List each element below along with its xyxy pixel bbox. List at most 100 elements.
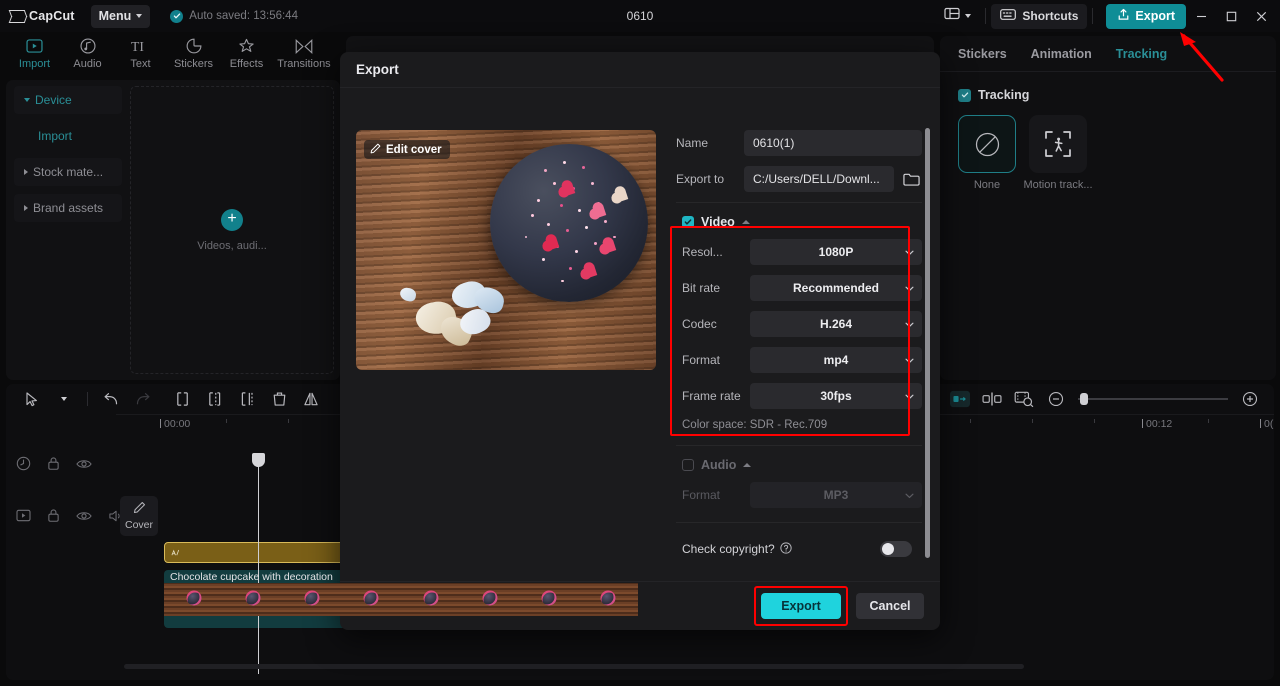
select-tool-dropdown[interactable]: [48, 384, 80, 414]
zoom-slider-handle[interactable]: [1080, 393, 1088, 405]
zoom-out-button[interactable]: [1040, 384, 1072, 414]
library-item-import[interactable]: Import: [14, 122, 122, 150]
eye-icon[interactable]: [76, 458, 92, 470]
autosave-status: Auto saved: 13:56:44: [170, 9, 298, 23]
tracking-option-none[interactable]: None: [958, 115, 1016, 191]
tool-tab-label: Effects: [229, 58, 264, 70]
codec-select[interactable]: H.264: [750, 311, 922, 337]
preview-zoom-button[interactable]: [1008, 384, 1040, 414]
effects-sparkle-icon: [238, 37, 255, 55]
keyboard-icon: [1000, 9, 1017, 23]
library-item-stock-materials[interactable]: Stock mate...: [14, 158, 122, 186]
library-item-brand-assets[interactable]: Brand assets: [14, 194, 122, 222]
name-input[interactable]: 0610(1): [744, 130, 922, 156]
chevron-down-icon: [905, 317, 914, 331]
close-button[interactable]: [1246, 0, 1276, 32]
chevron-down-icon: [905, 488, 914, 502]
layout-button[interactable]: [935, 3, 980, 29]
resolution-select[interactable]: 1080P: [750, 239, 922, 265]
menu-button[interactable]: Menu: [90, 4, 151, 28]
export-confirm-button[interactable]: Export: [761, 593, 841, 619]
library-item-device[interactable]: Device: [14, 86, 122, 114]
chevron-down-icon: [905, 353, 914, 367]
maximize-button[interactable]: [1216, 0, 1246, 32]
triangle-right-icon: [24, 169, 28, 175]
split-marker-button[interactable]: [976, 384, 1008, 414]
zoom-slider[interactable]: [1078, 393, 1228, 405]
crop-out-button[interactable]: [944, 384, 976, 414]
framerate-select[interactable]: 30fps: [750, 383, 922, 409]
zoom-in-button[interactable]: [1234, 384, 1266, 414]
export-path-input[interactable]: C:/Users/DELL/Downl...: [744, 166, 894, 192]
tool-tab-label: Transitions: [277, 58, 331, 70]
svg-text:TI: TI: [131, 39, 144, 54]
delete-button[interactable]: [263, 384, 295, 414]
tab-stickers[interactable]: Stickers: [958, 47, 1007, 61]
bitrate-select[interactable]: Recommended: [750, 275, 922, 301]
select-tool-button[interactable]: [16, 384, 48, 414]
tracking-options: None Motion track...: [940, 102, 1276, 191]
lock-icon[interactable]: [47, 508, 60, 523]
media-dropzone[interactable]: + Videos, audi...: [130, 86, 334, 374]
setting-format: Format mp4: [676, 347, 922, 373]
library-item-label: Device: [35, 93, 72, 107]
tool-tab-stickers[interactable]: Stickers: [167, 32, 220, 70]
browse-folder-button[interactable]: [900, 167, 922, 191]
video-enabled-checkbox[interactable]: [682, 216, 694, 228]
check-copyright-toggle[interactable]: [880, 541, 912, 557]
plus-icon[interactable]: +: [221, 208, 243, 231]
cover-button[interactable]: Cover: [120, 496, 158, 536]
redo-button[interactable]: [127, 384, 159, 414]
audio-enabled-checkbox[interactable]: [682, 459, 694, 471]
question-mark-icon[interactable]: [780, 541, 792, 557]
eye-icon[interactable]: [76, 510, 92, 522]
cover-thumbnail[interactable]: Edit cover: [356, 130, 656, 370]
transitions-icon: [295, 37, 313, 55]
format-select[interactable]: mp4: [750, 347, 922, 373]
tool-tab-text[interactable]: TI Text: [114, 32, 167, 70]
minimize-button[interactable]: [1186, 0, 1216, 32]
setting-bit-rate: Bit rate Recommended: [676, 275, 922, 301]
no-tracking-icon: [975, 132, 999, 156]
playhead-handle[interactable]: [252, 453, 265, 467]
app-logo: CapCut: [10, 9, 75, 23]
edit-cover-button[interactable]: Edit cover: [364, 140, 450, 159]
timeline-horizontal-scrollbar[interactable]: [124, 664, 1024, 669]
clock-icon[interactable]: [16, 456, 31, 471]
attributes-tab-bar: Stickers Animation Tracking: [940, 36, 1276, 71]
cancel-button[interactable]: Cancel: [856, 593, 924, 619]
setting-label: Frame rate: [682, 389, 741, 403]
audio-format-select[interactable]: MP3: [750, 482, 922, 508]
app-name: CapCut: [29, 9, 75, 23]
video-track-icon[interactable]: [16, 509, 31, 522]
edit-cover-label: Edit cover: [386, 143, 442, 156]
codec-value: H.264: [819, 317, 853, 331]
tool-tab-effects[interactable]: Effects: [220, 32, 273, 70]
divider: [87, 392, 88, 406]
tracking-option-motion-track[interactable]: Motion track...: [1023, 115, 1093, 191]
tab-animation[interactable]: Animation: [1031, 47, 1092, 61]
dialog-header: Export: [340, 52, 940, 88]
chevron-up-icon[interactable]: [743, 463, 752, 467]
ruler-label: 0(: [1259, 418, 1274, 430]
playhead[interactable]: [252, 453, 265, 674]
tab-tracking[interactable]: Tracking: [1116, 47, 1167, 61]
mirror-button[interactable]: [295, 384, 327, 414]
undo-button[interactable]: [95, 384, 127, 414]
tool-tab-label: Text: [130, 58, 151, 70]
tool-tab-import[interactable]: Import: [8, 32, 61, 70]
export-top-button[interactable]: Export: [1106, 3, 1186, 29]
split-button[interactable]: [167, 384, 199, 414]
tool-tab-audio[interactable]: Audio: [61, 32, 114, 70]
shortcuts-button[interactable]: Shortcuts: [991, 3, 1088, 29]
lock-icon[interactable]: [47, 456, 60, 471]
sticker-icon: [186, 37, 202, 55]
dialog-vertical-scrollbar[interactable]: [925, 128, 930, 558]
tracking-checkbox[interactable]: [958, 88, 971, 102]
chevron-down-icon: [136, 14, 143, 18]
tool-tab-transitions[interactable]: Transitions: [273, 32, 335, 70]
framerate-value: 30fps: [820, 389, 852, 403]
trim-right-button[interactable]: [231, 384, 263, 414]
trim-left-button[interactable]: [199, 384, 231, 414]
chevron-up-icon[interactable]: [741, 220, 750, 224]
